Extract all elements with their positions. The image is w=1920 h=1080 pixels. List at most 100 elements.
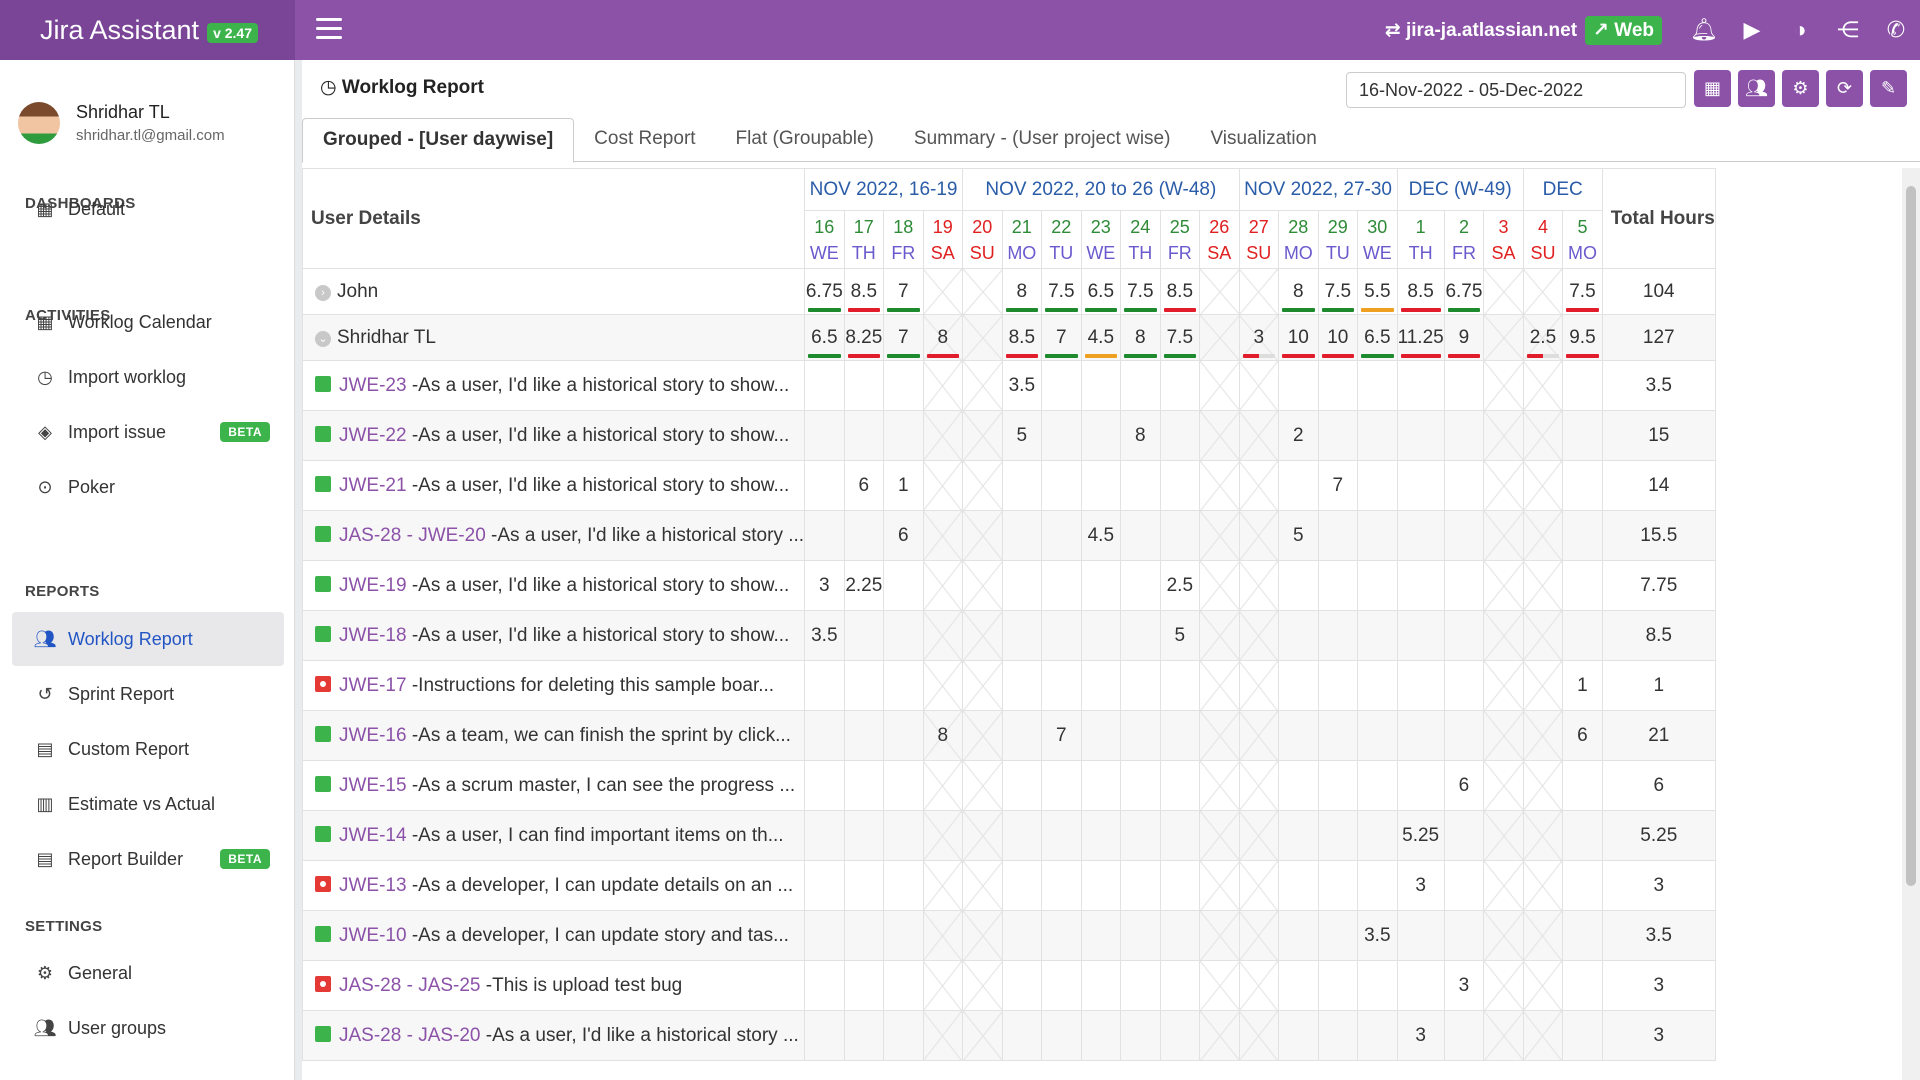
sidebar-item-worklog-report[interactable]: 👥︎ Worklog Report — [12, 612, 284, 666]
issue-summary: -As a developer, I can update story and … — [406, 924, 789, 946]
sidebar-item-general[interactable]: ⚙ General — [12, 946, 284, 1000]
bell-icon[interactable]: 🔔︎ — [1680, 17, 1728, 43]
issue-key-link[interactable]: JWE-22 — [339, 425, 407, 446]
sidebar-item-estimate-vs-actual[interactable]: ▥ Estimate vs Actual — [12, 777, 284, 831]
user-name-cell[interactable]: ⌄ Shridhar TL — [302, 314, 806, 361]
hours-value: 7.5 — [1166, 326, 1194, 348]
issue-key-link[interactable]: JWE-15 — [339, 775, 407, 796]
issue-summary: -As a user, I'd like a historical story … — [406, 474, 790, 496]
issue-key-link[interactable]: JAS-28 - JAS-20 — [339, 1025, 481, 1046]
hours-indicator-bar — [808, 354, 841, 358]
issue-key-link[interactable]: JAS-28 - JAS-25 — [339, 975, 481, 996]
issue-key-link[interactable]: JWE-21 — [339, 475, 407, 496]
user-groups-button[interactable]: 👥︎ — [1738, 70, 1775, 107]
phone-icon[interactable]: ✆ — [1872, 17, 1920, 43]
day-header: 2 FR — [1443, 210, 1485, 269]
day-cell — [1317, 560, 1359, 611]
tab-grouped[interactable]: Grouped - [User daywise] — [302, 118, 575, 163]
theme-contrast-icon[interactable]: ◑ — [1776, 17, 1824, 43]
hours-value: 8.5 — [1008, 326, 1036, 348]
day-cell — [804, 810, 845, 861]
sidebar-item-import-issue[interactable]: ◈ Import issue BETA — [12, 405, 284, 459]
day-cell — [1483, 910, 1524, 961]
day-number: 25 — [1169, 216, 1190, 237]
hours-value: 2.25 — [845, 574, 883, 596]
hours-value: 3 — [1415, 1024, 1426, 1046]
issue-key-link[interactable]: JAS-28 - JWE-20 — [339, 525, 486, 546]
day-cell: 4.5 — [1080, 510, 1122, 561]
hours-value: 7.5 — [1048, 280, 1075, 302]
sidebar-item-label: General — [68, 962, 133, 983]
user-name-cell[interactable]: › John — [302, 268, 806, 315]
sidebar-item-import-worklog[interactable]: ◷ Import worklog — [12, 350, 284, 404]
tab-summary[interactable]: Summary - (User project wise) — [894, 118, 1191, 162]
day-cell — [1522, 410, 1564, 461]
day-cell — [962, 460, 1003, 511]
youtube-icon[interactable]: ▶ — [1728, 17, 1776, 43]
day-cell — [804, 710, 845, 761]
issue-key-link[interactable]: JWE-23 — [339, 375, 407, 396]
day-cell: 8 — [1120, 410, 1161, 461]
sidebar-item-report-builder[interactable]: ▤ Report Builder BETA — [12, 832, 284, 886]
sidebar-item-label: User groups — [68, 1017, 167, 1038]
chevron-right-icon[interactable]: › — [315, 284, 331, 301]
issue-key-link[interactable]: JWE-16 — [339, 725, 407, 746]
day-cell — [962, 810, 1003, 861]
tab-cost-report[interactable]: Cost Report — [574, 118, 715, 162]
tab-flat[interactable]: Flat (Groupable) — [716, 118, 894, 162]
app-brand[interactable]: Jira Assistant v 2.47 — [0, 0, 295, 60]
app-title: Jira Assistant — [40, 14, 200, 45]
day-cell — [1443, 660, 1485, 711]
issue-row: JAS-28 - JAS-25 -This is upload test bug… — [302, 960, 1716, 1011]
sidebar-item-worklog-calendar[interactable]: ▦ Worklog Calendar — [12, 295, 284, 349]
sidebar-item-custom-report[interactable]: ▤ Custom Report — [12, 722, 284, 776]
refresh-button[interactable]: ⟳ — [1826, 70, 1863, 107]
issue-key-link[interactable]: JWE-17 — [339, 675, 407, 696]
date-range-picker[interactable]: 16-Nov-2022 - 05-Dec-2022 — [1346, 72, 1686, 108]
issue-key-link[interactable]: JWE-10 — [339, 925, 407, 946]
issue-key-link[interactable]: JWE-18 — [339, 625, 407, 646]
issue-row: JWE-19 -As a user, I'd like a historical… — [302, 560, 1716, 611]
share-icon[interactable]: ⋲ — [1824, 17, 1872, 43]
chevron-down-icon[interactable]: ⌄ — [315, 330, 331, 347]
sidebar-item-default[interactable]: ▦ Default — [12, 182, 284, 236]
wrench-button[interactable]: ✎ — [1870, 70, 1907, 107]
day-cell: 8.5 — [1001, 314, 1043, 361]
day-cell — [1001, 1010, 1043, 1061]
day-cell — [883, 1010, 924, 1061]
row-total: 3 — [1601, 960, 1716, 1011]
day-cell: 8.25 — [843, 314, 885, 361]
user-name: Shridhar TL — [76, 102, 170, 122]
day-cell — [1317, 660, 1359, 711]
issue-key-link[interactable]: JWE-19 — [339, 575, 407, 596]
vertical-scrollbar[interactable] — [1902, 168, 1920, 1080]
issue-key-link[interactable]: JWE-14 — [339, 825, 407, 846]
day-cell — [1562, 610, 1603, 661]
sidebar-item-poker[interactable]: ⊙ Poker — [12, 460, 284, 514]
day-cell: 3 — [1443, 960, 1485, 1011]
day-cell — [1483, 1010, 1524, 1061]
issue-summary: -As a user, I'd like a historical story … — [480, 1024, 799, 1046]
sidebar-item-user-groups[interactable]: 👥︎ User groups — [12, 1001, 284, 1055]
calendar-button[interactable]: ▦ — [1694, 70, 1731, 107]
user-profile[interactable]: Shridhar TL shridhar.tl@gmail.com — [18, 102, 225, 144]
open-web-button[interactable]: ↗ Web — [1585, 15, 1662, 45]
settings-button[interactable]: ⚙ — [1782, 70, 1819, 107]
day-number: 4 — [1537, 216, 1548, 237]
sidebar-item-sprint-report[interactable]: ↺ Sprint Report — [12, 667, 284, 721]
day-cell — [1357, 710, 1398, 761]
day-cell — [1317, 860, 1359, 911]
user-row: › John 6.75 8.5 7 8 7.5 6.5 7.5 8.5 8 7.5 5.5 8.5 6.75… — [302, 268, 1716, 315]
row-total: 3 — [1601, 860, 1716, 911]
day-cell — [1562, 810, 1603, 861]
issue-row: JWE-15 -As a scrum master, I can see the… — [302, 760, 1716, 811]
day-cell — [922, 910, 964, 961]
issue-key-link[interactable]: JWE-13 — [339, 875, 407, 896]
hours-indicator-bar — [1321, 354, 1355, 358]
issue-cell: JWE-13 -As a developer, I can update det… — [302, 860, 806, 911]
scrollbar-thumb[interactable] — [1906, 186, 1916, 886]
day-cell — [883, 960, 924, 1011]
menu-toggle-icon[interactable] — [316, 18, 342, 42]
jira-site-link[interactable]: ⇄ jira-ja.atlassian.net — [1385, 19, 1577, 42]
tab-visualization[interactable]: Visualization — [1190, 118, 1336, 162]
